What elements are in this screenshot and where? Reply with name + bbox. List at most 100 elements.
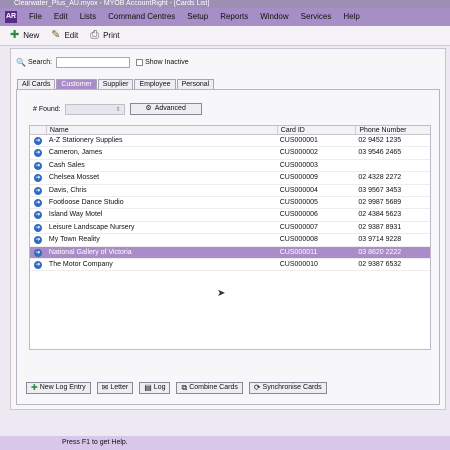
new-icon: ✚: [10, 29, 20, 41]
card-id-cell: CUS000003: [279, 161, 318, 169]
new-log-entry-label: New Log Entry: [39, 384, 86, 391]
open-arrow-icon[interactable]: ➜: [34, 236, 42, 245]
open-arrow-icon[interactable]: ➜: [34, 248, 42, 257]
found-field: ⇕: [64, 103, 125, 115]
phone-cell: 03 9546 2465: [358, 149, 402, 157]
tab-supplier[interactable]: Supplier: [97, 79, 134, 89]
column-card-id[interactable]: Card ID: [276, 126, 356, 134]
table-row[interactable]: ➜ Island Way Motel CUS000006 02 4384 5623: [30, 209, 430, 222]
menu-lists[interactable]: Lists: [74, 8, 102, 26]
tab-personal[interactable]: Personal: [176, 79, 215, 89]
checkbox-box[interactable]: [136, 59, 144, 66]
table-row[interactable]: ➜ The Motor Company CUS000010 02 9387 6532: [30, 259, 430, 272]
table-header: Name Card ID Phone Number: [30, 126, 430, 135]
open-arrow-icon[interactable]: ➜: [34, 198, 42, 207]
phone-cell: 02 4328 2272: [358, 174, 402, 182]
show-inactive-label: Show Inactive: [145, 59, 189, 66]
card-name-cell: Footloose Dance Studio: [48, 198, 124, 206]
open-arrow-icon[interactable]: ➜: [34, 174, 42, 183]
card-name-cell: Cameron, James: [48, 149, 103, 157]
log-button[interactable]: ▤ Log: [139, 382, 171, 394]
menu-help[interactable]: Help: [337, 8, 365, 26]
print-button[interactable]: ⎙ Print: [90, 30, 119, 41]
table-row[interactable]: ➜ Leisure Landscape Nursery CUS000007 02 93…: [30, 222, 430, 235]
print-label: Print: [103, 31, 120, 40]
search-row: 🔍 Search: Show Inactive: [16, 57, 189, 68]
column-name[interactable]: Name: [45, 126, 277, 134]
table-row[interactable]: ➜ Davis, Chris CUS000004 03 9567 3453: [30, 185, 430, 197]
phone-cell: 02 9987 5689: [358, 198, 402, 206]
found-label: # Found:: [33, 105, 61, 113]
combine-cards-label: Combine Cards: [189, 384, 238, 391]
menu-edit[interactable]: Edit: [48, 8, 74, 26]
mouse-cursor-icon: ➤: [217, 288, 226, 299]
tab-employee[interactable]: Employee: [134, 79, 176, 89]
open-arrow-icon[interactable]: ➜: [34, 137, 42, 145]
window-title: Clearwater_Plus_AU.myox - MYOB AccountRi…: [0, 0, 450, 8]
log-icon: ▤: [144, 383, 152, 392]
card-name-cell: Cash Sales: [48, 161, 85, 169]
open-arrow-icon[interactable]: ➜: [34, 211, 42, 220]
search-icon: 🔍: [16, 58, 26, 67]
synchronise-cards-label: Synchronise Cards: [262, 384, 322, 391]
edit-button[interactable]: ✎ Edit: [51, 30, 78, 41]
letter-button[interactable]: ✉ Letter: [96, 382, 134, 394]
card-id-cell: CUS000001: [279, 137, 318, 144]
tab-content: # Found: ⇕ ⚙ Advanced Name Card ID Phone…: [16, 89, 440, 405]
menu-services[interactable]: Services: [295, 8, 338, 26]
printer-icon: ⎙: [90, 29, 100, 41]
open-arrow-icon[interactable]: ➜: [34, 161, 42, 170]
edit-label: Edit: [64, 31, 79, 40]
open-arrow-icon[interactable]: ➜: [34, 260, 42, 269]
menu-window[interactable]: Window: [254, 8, 294, 26]
menu-file[interactable]: File: [23, 8, 48, 26]
card-id-cell: CUS000011: [279, 248, 318, 256]
letter-icon: ✉: [101, 383, 109, 392]
card-name-cell: A-Z Stationery Supplies: [48, 137, 123, 144]
card-id-cell: CUS000009: [279, 174, 318, 182]
cards-table: Name Card ID Phone Number ➜ A-Z Stationer…: [29, 125, 431, 350]
table-row[interactable]: ➜ National Gallery of Victoria CUS000011 03…: [30, 246, 430, 259]
tab-customer[interactable]: Customer: [56, 79, 97, 89]
column-phone[interactable]: Phone Number: [355, 126, 430, 134]
open-arrow-icon[interactable]: ➜: [34, 149, 42, 158]
synchronise-cards-button[interactable]: ⟳ Synchronise Cards: [248, 382, 327, 394]
table-row[interactable]: ➜ Footloose Dance Studio CUS000005 02 9987 …: [30, 197, 430, 210]
card-id-cell: CUS000002: [279, 149, 318, 157]
card-name-cell: The Motor Company: [48, 260, 113, 268]
phone-cell: 03 9567 3453: [358, 186, 402, 194]
table-row[interactable]: ➜ My Town Reality CUS000008 03 9714 9228: [30, 234, 430, 247]
menu-bar: AR File Edit Lists Command Centres Setup…: [0, 8, 450, 26]
phone-cell: 02 4384 5623: [358, 211, 402, 219]
new-label: New: [23, 31, 40, 40]
card-id-cell: CUS000010: [279, 260, 318, 268]
status-bar: Press F1 to get Help.: [0, 436, 450, 450]
tab-all-cards[interactable]: All Cards: [17, 79, 56, 89]
table-row[interactable]: ➜ Chelsea Mosset CUS000009 02 4328 2272: [30, 172, 430, 185]
menu-setup[interactable]: Setup: [181, 8, 214, 26]
show-inactive-checkbox[interactable]: Show Inactive: [136, 59, 189, 66]
log-label: Log: [153, 384, 166, 391]
search-input[interactable]: [56, 57, 131, 68]
card-name-cell: My Town Reality: [48, 236, 100, 244]
spinner-icon: ⇕: [115, 106, 121, 113]
table-row[interactable]: ➜ A-Z Stationery Supplies CUS000001 02 9452…: [30, 135, 430, 148]
table-row[interactable]: ➜ Cameron, James CUS000002 03 9546 2465: [30, 147, 430, 160]
search-label: Search:: [27, 59, 53, 66]
card-type-tabs: All Cards Customer Supplier Employee Per…: [17, 79, 215, 89]
card-name-cell: National Gallery of Victoria: [48, 248, 132, 256]
menu-command-centres[interactable]: Command Centres: [102, 8, 181, 26]
menu-reports[interactable]: Reports: [214, 8, 254, 26]
new-button[interactable]: ✚ New: [10, 30, 39, 41]
phone-cell: 03 8620 2222: [358, 248, 402, 256]
open-arrow-icon[interactable]: ➜: [34, 223, 42, 232]
combine-cards-button[interactable]: ⧉ Combine Cards: [176, 382, 243, 394]
app-logo-icon[interactable]: AR: [5, 11, 17, 23]
new-log-entry-button[interactable]: ✚ New Log Entry: [26, 382, 91, 394]
phone-cell: 02 9452 1235: [358, 137, 402, 144]
phone-cell: 02 9387 8931: [358, 223, 402, 231]
table-body: ➜ A-Z Stationery Supplies CUS000001 02 9452…: [30, 135, 430, 272]
open-arrow-icon[interactable]: ➜: [34, 186, 42, 195]
advanced-button[interactable]: ⚙ Advanced: [129, 103, 202, 115]
table-row[interactable]: ➜ Cash Sales CUS000003: [30, 160, 430, 173]
